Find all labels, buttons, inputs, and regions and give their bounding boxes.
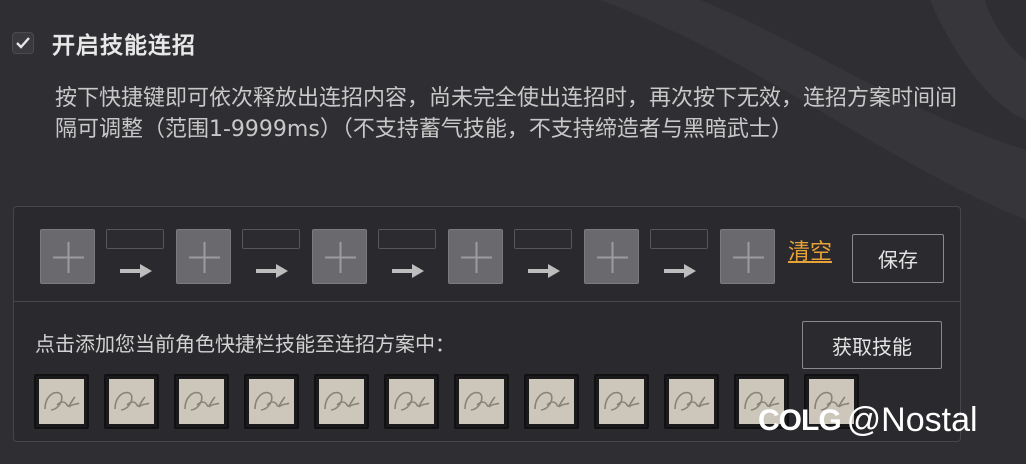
skill-slot[interactable]	[454, 374, 509, 429]
skill-list	[34, 374, 864, 430]
plus-icon	[461, 242, 492, 273]
dnf-logo-icon	[529, 379, 574, 424]
dnf-logo-icon	[459, 379, 504, 424]
clear-button[interactable]: 清空	[788, 234, 832, 266]
panel-divider	[13, 301, 961, 302]
combo-header: 开启技能连招	[12, 26, 196, 60]
arrow-right-icon	[664, 262, 698, 284]
combo-slot[interactable]	[584, 229, 639, 284]
dnf-logo-icon	[109, 379, 154, 424]
dnf-logo-icon	[39, 379, 84, 424]
save-button[interactable]: 保存	[852, 234, 944, 283]
delay-input[interactable]	[106, 229, 164, 249]
dnf-logo-icon	[599, 379, 644, 424]
watermark-logo: COLG	[758, 403, 842, 437]
arrow-right-icon	[528, 262, 562, 284]
plus-icon	[189, 242, 220, 273]
delay-input[interactable]	[378, 229, 436, 249]
arrow-right-icon	[256, 262, 290, 284]
skill-slot[interactable]	[524, 374, 579, 429]
skill-slot[interactable]	[384, 374, 439, 429]
combo-title: 开启技能连招	[52, 33, 196, 59]
delay-input[interactable]	[514, 229, 572, 249]
delay-input[interactable]	[650, 229, 708, 249]
plus-icon	[53, 242, 84, 273]
dnf-logo-icon	[319, 379, 364, 424]
combo-description: 按下快捷键即可依次释放出连招内容，尚未完全使出连招时，再次按下无效，连招方案时间…	[55, 86, 958, 142]
enable-combo-checkbox[interactable]	[12, 32, 34, 54]
skill-slot[interactable]	[174, 374, 229, 429]
plus-icon	[325, 242, 356, 273]
dnf-logo-icon	[389, 379, 434, 424]
delay-input[interactable]	[242, 229, 300, 249]
dnf-logo-icon	[179, 379, 224, 424]
arrow-right-icon	[120, 262, 154, 284]
skills-instruction: 点击添加您当前角色快捷栏技能至连招方案中：	[35, 332, 455, 356]
checkmark-icon	[16, 37, 30, 49]
plus-icon	[733, 242, 764, 273]
dnf-logo-icon	[669, 379, 714, 424]
combo-slot[interactable]	[720, 229, 775, 284]
skill-slot[interactable]	[244, 374, 299, 429]
skill-slot[interactable]	[104, 374, 159, 429]
skill-slot[interactable]	[34, 374, 89, 429]
dnf-logo-icon	[249, 379, 294, 424]
combo-slot[interactable]	[312, 229, 367, 284]
plus-icon	[597, 242, 628, 273]
skill-slot[interactable]	[664, 374, 719, 429]
arrow-right-icon	[392, 262, 426, 284]
watermark: COLG @Nostal	[758, 401, 978, 440]
combo-slot[interactable]	[448, 229, 503, 284]
combo-slot[interactable]	[40, 229, 95, 284]
get-skills-button[interactable]: 获取技能	[802, 321, 942, 369]
combo-sequence	[40, 229, 860, 285]
combo-slot[interactable]	[176, 229, 231, 284]
skill-slot[interactable]	[594, 374, 649, 429]
watermark-handle: @Nostal	[846, 401, 978, 439]
skill-slot[interactable]	[314, 374, 369, 429]
